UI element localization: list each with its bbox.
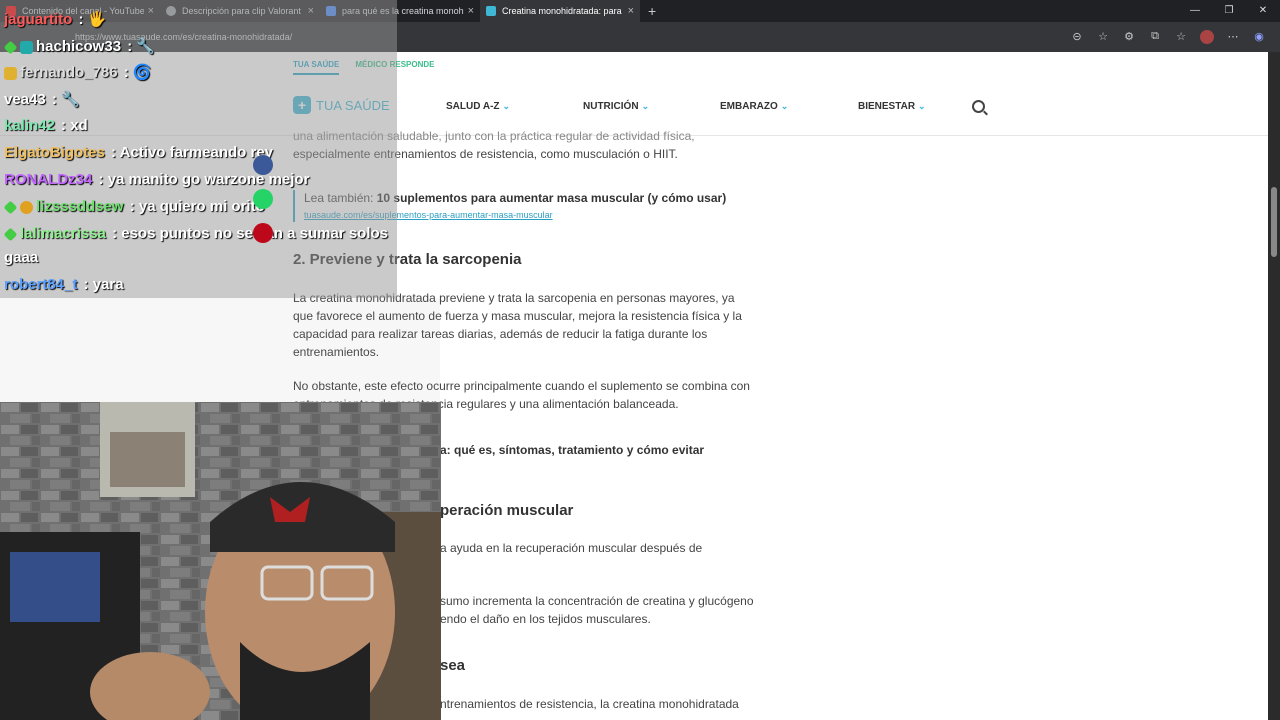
- chat-message: fernando_786 : 🌀: [4, 63, 152, 81]
- chat-text: yara: [92, 276, 124, 293]
- window-controls: — ❐ ✕: [1178, 0, 1280, 22]
- nav-label: EMBARAZO: [720, 101, 778, 112]
- scrollbar[interactable]: [1268, 52, 1280, 720]
- chat-username: lalimacrissa: [20, 225, 106, 242]
- chat-username: jaguartito: [4, 11, 73, 28]
- chat-username: hachicow33: [36, 38, 122, 55]
- star-icon[interactable]: ☆: [1096, 30, 1110, 44]
- sub-badge-icon: [3, 200, 18, 214]
- chat-text: xd: [70, 117, 88, 134]
- chat-message: lizsssddsew : ya quiero mi orito: [3, 198, 265, 215]
- chat-username: fernando_786: [20, 64, 118, 81]
- paragraph-line: a ayuda en la recuperación muscular desp…: [440, 541, 703, 555]
- chevron-down-icon: ⌄: [780, 101, 789, 111]
- whatsapp-icon[interactable]: [253, 189, 273, 209]
- chat-username: lizsssddsew: [36, 198, 124, 215]
- screen: { "browser": { "tabs": [ {"title": "Cont…: [0, 0, 1280, 720]
- nav-label: BIENESTAR: [858, 101, 916, 112]
- webcam-image: [0, 402, 441, 720]
- new-tab-button[interactable]: +: [648, 3, 656, 19]
- chat-overlay-fade: [0, 298, 440, 402]
- chat-message: vea43 : 🔧: [4, 91, 80, 108]
- extensions-icon[interactable]: ⚙: [1122, 30, 1136, 44]
- maximize-icon[interactable]: ❐: [1212, 0, 1246, 22]
- chevron-down-icon: ⌄: [641, 101, 650, 111]
- paragraph-line: ntrenamientos de resistencia, la creatin…: [440, 697, 739, 711]
- chat-username: RONALDz34: [4, 171, 93, 188]
- tuasaude-icon: [486, 6, 496, 16]
- chat-text: 🖐: [87, 11, 107, 28]
- chat-username: kalin42: [4, 117, 55, 134]
- nav-label: NUTRICIÓN: [583, 101, 639, 112]
- copilot-icon[interactable]: ◉: [1252, 30, 1266, 44]
- chat-text: 🌀: [132, 64, 152, 81]
- nav-label: SALUD A-Z: [446, 101, 500, 112]
- chat-message: jaguartito : 🖐: [4, 11, 107, 28]
- chat-username: ElgatoBigotes: [4, 144, 105, 161]
- sub-badge-icon: [3, 227, 18, 241]
- related-title: 10 suplementos para aumentar masa muscul…: [376, 191, 727, 205]
- search-icon[interactable]: [972, 100, 985, 113]
- chat-text: ya quiero mi orito: [138, 198, 265, 215]
- coin-badge-icon: [20, 200, 33, 214]
- chat-username: robert84_t: [4, 276, 78, 293]
- chat-message-continuation: gaaa: [4, 249, 39, 266]
- chat-message: robert84_t : yara: [4, 276, 124, 293]
- webcam-feed: [0, 402, 441, 720]
- chat-message: kalin42 : xd: [4, 117, 88, 134]
- close-window-icon[interactable]: ✕: [1246, 0, 1280, 22]
- chat-message: hachicow33 : 🔧: [3, 37, 156, 55]
- tab-creatina[interactable]: Creatina monohidratada: para qu ×: [480, 0, 640, 22]
- paragraph-line: endo el daño en los tejidos musculares.: [440, 612, 651, 626]
- bits-badge-icon: [20, 40, 33, 54]
- close-icon[interactable]: ×: [468, 5, 474, 17]
- nav-embarazo[interactable]: EMBARAZO ⌄: [720, 101, 788, 112]
- sub-badge-icon: [3, 40, 18, 54]
- scroll-thumb[interactable]: [1271, 187, 1277, 257]
- chat-text: 🔧: [61, 91, 80, 108]
- tab-title: Creatina monohidratada: para qu: [502, 6, 624, 16]
- related-title-2[interactable]: a: qué es, síntomas, tratamiento y cómo …: [440, 441, 930, 459]
- chat-text: 🔧: [136, 38, 156, 55]
- favorites-icon[interactable]: ☆: [1174, 30, 1188, 44]
- chat-message: ElgatoBigotes : Activo farmeando rey: [4, 144, 274, 161]
- chat-text: Activo farmeando rey: [119, 144, 274, 161]
- profile-avatar[interactable]: [1200, 30, 1214, 44]
- chevron-down-icon: ⌄: [502, 101, 511, 111]
- paragraph-line: sumo incrementa la concentración de crea…: [440, 594, 754, 608]
- pinterest-icon[interactable]: [253, 223, 273, 243]
- nav-nutricion[interactable]: NUTRICIÓN ⌄: [583, 101, 649, 112]
- chat-text: ya manito go warzone mejor: [107, 171, 310, 188]
- nav-bienestar[interactable]: BIENESTAR ⌄: [858, 101, 926, 112]
- close-icon[interactable]: ×: [628, 5, 634, 17]
- section-heading: sea: [440, 657, 466, 674]
- minimize-icon[interactable]: —: [1178, 0, 1212, 22]
- chat-username: vea43: [4, 91, 46, 108]
- toolbar-icons: ⊝ ☆ ⚙ ⧉ ☆ ⋯ ◉: [1070, 30, 1266, 44]
- chevron-down-icon: ⌄: [918, 101, 926, 111]
- nav-salud[interactable]: SALUD A-Z ⌄: [446, 101, 510, 112]
- tab-search-icon[interactable]: ⧉: [1148, 30, 1162, 44]
- reader-icon[interactable]: ⊝: [1070, 30, 1084, 44]
- crown-badge-icon: [4, 66, 17, 80]
- menu-icon[interactable]: ⋯: [1226, 30, 1240, 44]
- chat-message: lalimacrissa : esos puntos no se van a s…: [3, 225, 388, 242]
- section-heading: peración muscular: [440, 502, 574, 519]
- facebook-icon[interactable]: [253, 155, 273, 175]
